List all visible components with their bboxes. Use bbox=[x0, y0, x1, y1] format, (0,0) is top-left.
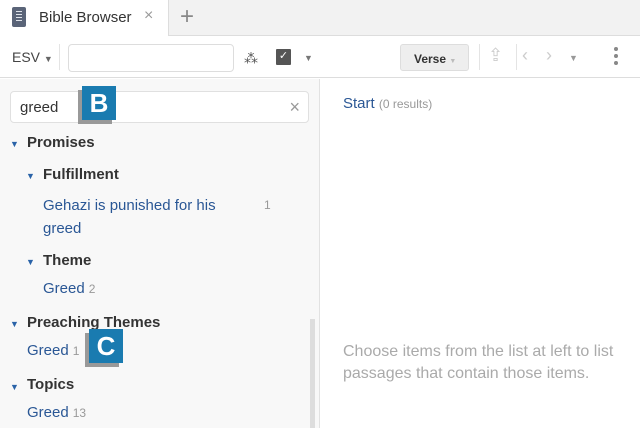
item-count: 13 bbox=[72, 406, 87, 420]
version-dropdown[interactable]: ESV ▼ bbox=[12, 49, 53, 65]
callout-b: B bbox=[82, 86, 116, 120]
forward-icon[interactable]: › bbox=[546, 45, 552, 66]
expand-triangle-icon[interactable]: ▼ bbox=[10, 139, 19, 149]
expand-triangle-icon[interactable]: ▼ bbox=[10, 319, 19, 329]
search-field[interactable]: greed × bbox=[10, 91, 309, 123]
item-count: 1 bbox=[72, 344, 80, 358]
new-tab-button[interactable]: + bbox=[180, 3, 194, 31]
bible-icon bbox=[12, 7, 26, 27]
item-label: Greed bbox=[27, 342, 69, 359]
divider bbox=[516, 44, 517, 70]
close-tab-icon[interactable]: × bbox=[144, 7, 153, 25]
item-count: 2 bbox=[88, 282, 96, 296]
subgroup-fulfillment[interactable]: Fulfillment bbox=[43, 166, 119, 183]
history-chevron-icon[interactable]: ▼ bbox=[569, 53, 578, 63]
list-item[interactable]: Greed 1 bbox=[27, 342, 79, 359]
expand-triangle-icon[interactable]: ▼ bbox=[26, 171, 35, 181]
tab-bible-browser[interactable]: Bible Browser × bbox=[0, 0, 169, 36]
chevron-down-icon: ▼ bbox=[449, 58, 457, 65]
tab-bar: Bible Browser × + bbox=[0, 0, 640, 36]
more-options-icon[interactable] bbox=[614, 47, 618, 68]
share-icon[interactable]: ⇪ bbox=[488, 45, 503, 66]
item-label: Greed bbox=[27, 404, 69, 421]
reference-input[interactable] bbox=[68, 44, 234, 72]
group-topics[interactable]: Topics bbox=[27, 376, 74, 393]
search-value[interactable]: greed bbox=[20, 99, 58, 116]
list-item[interactable]: Gehazi is punished for his greed bbox=[43, 194, 243, 240]
version-label: ESV bbox=[12, 49, 41, 65]
list-item[interactable]: Greed 13 bbox=[27, 404, 86, 421]
clear-search-icon[interactable]: × bbox=[289, 97, 300, 118]
start-label: Start bbox=[343, 95, 375, 112]
expand-triangle-icon[interactable]: ▼ bbox=[26, 257, 35, 267]
callout-c: C bbox=[89, 329, 123, 363]
scrollbar[interactable] bbox=[310, 319, 315, 428]
empty-hint: Choose items from the list at left to li… bbox=[343, 343, 614, 382]
divider bbox=[479, 44, 480, 70]
results-count: (0 results) bbox=[378, 97, 433, 111]
sidebar: greed × ▼ Promises ▼ Fulfillment Gehazi … bbox=[0, 79, 320, 428]
item-label: Greed bbox=[43, 280, 85, 297]
visual-filter-icon[interactable]: ⁂ bbox=[244, 50, 258, 67]
chevron-down-icon[interactable]: ▼ bbox=[304, 53, 313, 63]
item-count: 1 bbox=[264, 198, 271, 212]
checklist-icon[interactable]: ✓ bbox=[276, 49, 291, 65]
start-heading[interactable]: Start (0 results) bbox=[343, 95, 432, 112]
tab-title: Bible Browser bbox=[39, 9, 132, 26]
expand-triangle-icon[interactable]: ▼ bbox=[10, 382, 19, 392]
chevron-down-icon: ▼ bbox=[43, 54, 53, 64]
view-mode-label: Verse bbox=[414, 52, 447, 66]
subgroup-theme[interactable]: Theme bbox=[43, 252, 91, 269]
group-promises[interactable]: Promises bbox=[27, 134, 95, 151]
back-icon[interactable]: ‹ bbox=[522, 45, 528, 66]
toolbar: ESV ▼ ⁂ ✓ ▼ Verse ▼ ⇪ ‹ › ▼ bbox=[0, 36, 640, 78]
divider bbox=[59, 44, 60, 70]
view-mode-dropdown[interactable]: Verse ▼ bbox=[400, 44, 469, 71]
list-item[interactable]: Greed 2 bbox=[43, 280, 95, 297]
